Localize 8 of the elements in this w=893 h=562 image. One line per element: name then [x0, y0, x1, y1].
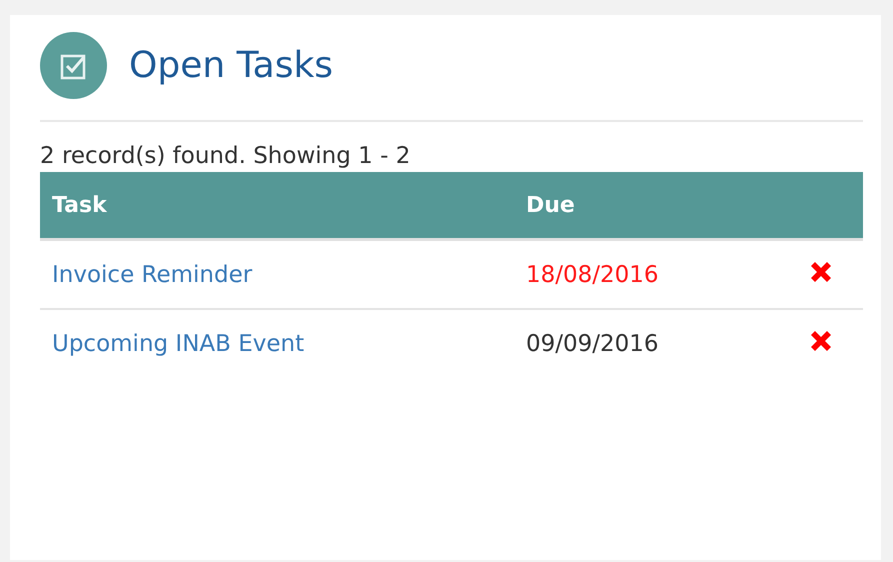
- task-link[interactable]: Invoice Reminder: [52, 262, 252, 288]
- column-header: Task: [40, 172, 514, 240]
- panel-title: Open Tasks: [129, 45, 334, 86]
- column-header: Due: [514, 172, 779, 240]
- task-link[interactable]: Upcoming INAB Event: [52, 330, 304, 356]
- due-date: 09/09/2016: [526, 330, 659, 356]
- record-count: 2 record(s) found. Showing 1 - 2: [40, 142, 412, 171]
- due-date: 18/08/2016: [526, 262, 659, 288]
